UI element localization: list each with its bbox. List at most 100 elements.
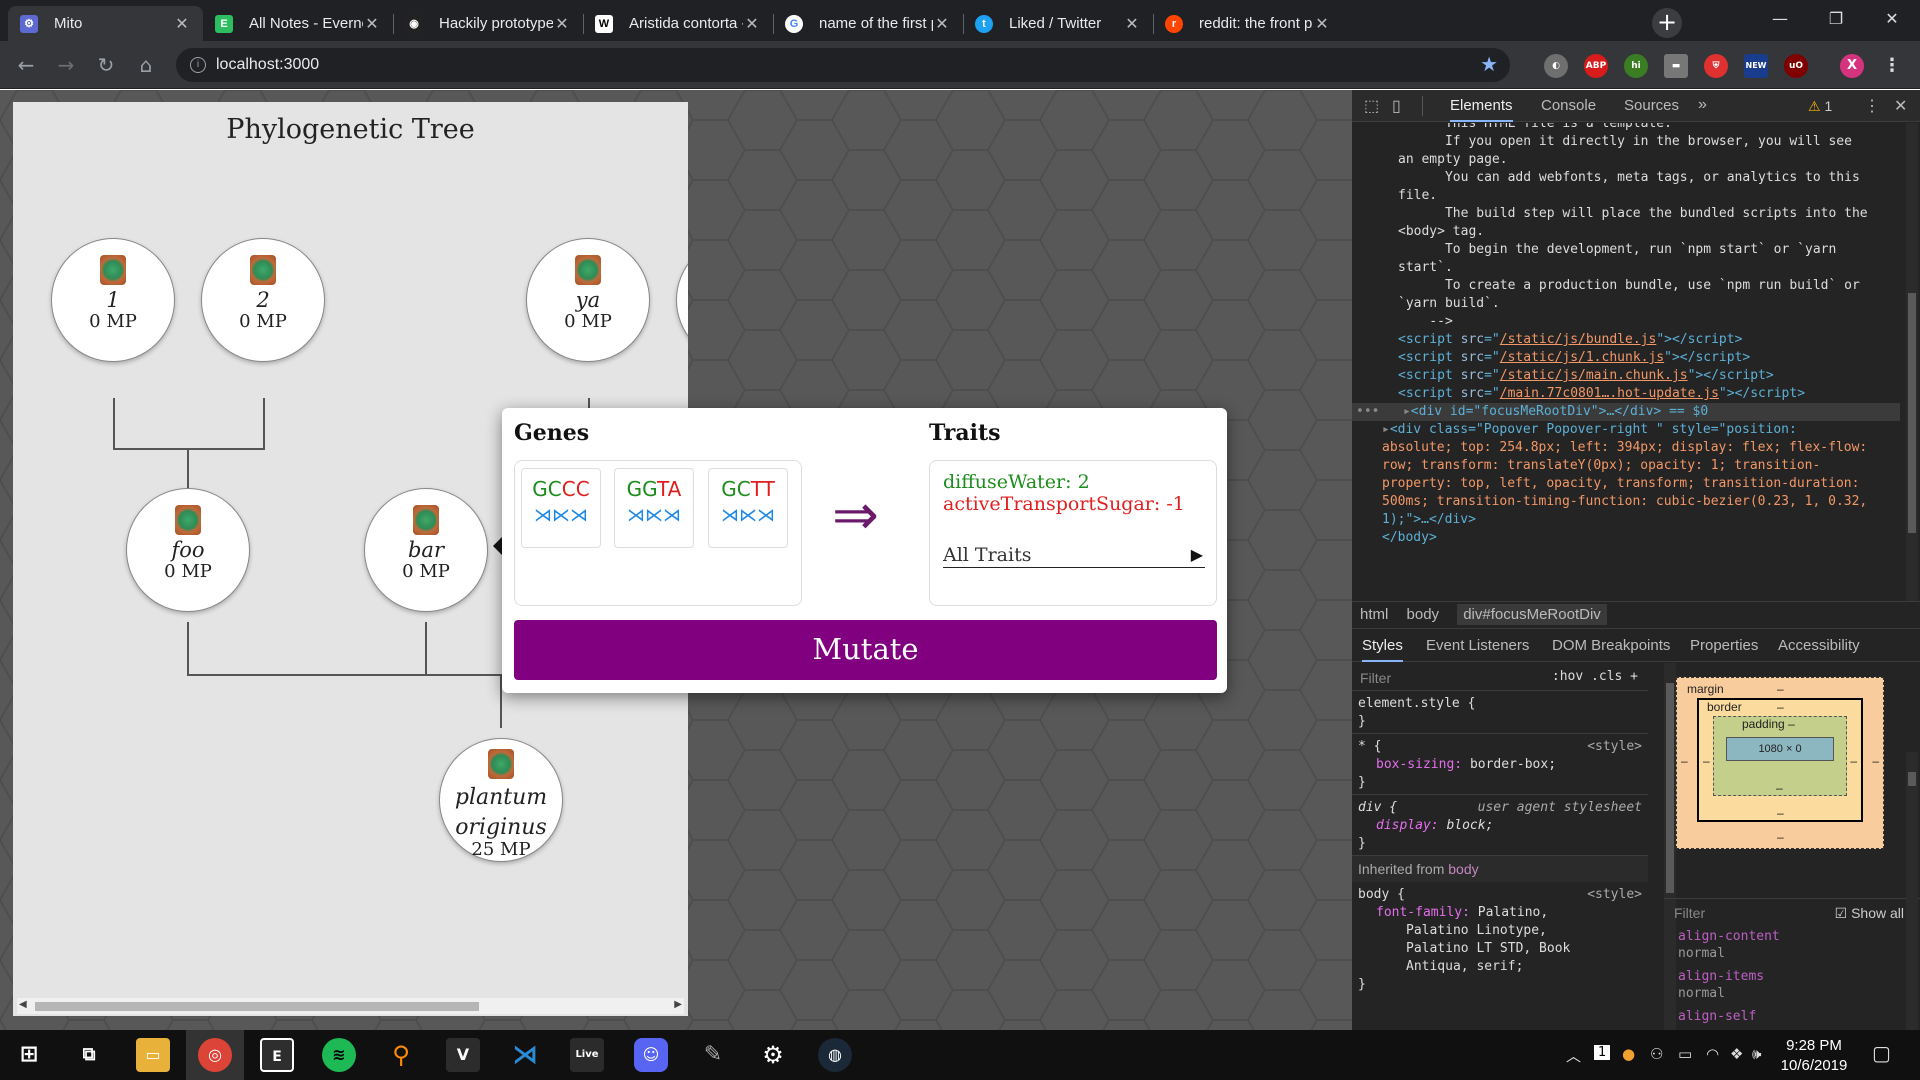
- tab-mito[interactable]: ⚙ Mito ✕: [8, 6, 203, 41]
- bookmark-star-icon[interactable]: ★: [1480, 48, 1498, 82]
- script-tag[interactable]: <script src="/static/js/main.chunk.js"><…: [1352, 367, 1900, 385]
- gene-card[interactable]: GGTA ⋊⋉⋊: [614, 468, 694, 548]
- info-icon[interactable]: i: [190, 57, 206, 73]
- css-value[interactable]: border-box;: [1470, 757, 1556, 772]
- subtab-dom-breakpoints[interactable]: DOM Breakpoints: [1552, 629, 1670, 662]
- crumb-body[interactable]: body: [1407, 606, 1440, 623]
- tab-elements[interactable]: Elements: [1450, 90, 1513, 122]
- system-clock[interactable]: 9:28 PM 10/6/2019: [1768, 1036, 1860, 1076]
- scroll-left-icon[interactable]: ◀: [19, 999, 27, 1010]
- inspect-element-icon[interactable]: ⬚: [1364, 96, 1379, 116]
- box-model-content[interactable]: 1080 × 0: [1726, 737, 1834, 761]
- reload-icon[interactable]: ↻: [92, 51, 120, 79]
- subtab-event-listeners[interactable]: Event Listeners: [1426, 629, 1529, 662]
- show-all-checkbox[interactable]: ☑ Show all: [1835, 905, 1904, 922]
- ableton-live-icon[interactable]: Live: [570, 1038, 604, 1072]
- scroll-right-icon[interactable]: ▶: [674, 999, 682, 1010]
- discord-icon[interactable]: ☺: [634, 1038, 668, 1072]
- hov-cls-buttons[interactable]: :hov .cls +: [1552, 668, 1638, 686]
- computed-property-name[interactable]: align-self: [1678, 1008, 1920, 1025]
- gene-card[interactable]: GCTT ⋊⋉⋊: [708, 468, 788, 548]
- tab-reddit[interactable]: r reddit: the front page c ✕: [1153, 6, 1343, 41]
- tray-chevron-icon[interactable]: ︿: [1566, 1045, 1581, 1066]
- tab-twitter[interactable]: t Liked / Twitter ✕: [963, 6, 1153, 41]
- chrome-icon[interactable]: ◎: [198, 1038, 232, 1072]
- mutate-button[interactable]: Mutate: [514, 620, 1217, 680]
- styles-filter-input[interactable]: Filter :hov .cls +: [1352, 663, 1648, 691]
- maximize-icon[interactable]: ❐: [1808, 0, 1864, 41]
- all-traits-toggle[interactable]: All Traits ▶: [943, 544, 1205, 568]
- elements-scrollbar[interactable]: [1906, 123, 1918, 601]
- extension-shield-icon[interactable]: ⛨: [1704, 54, 1728, 78]
- script-tag[interactable]: <script src="/static/js/bundle.js"></scr…: [1352, 331, 1900, 349]
- script-tag[interactable]: <script src="/static/js/1.chunk.js"></sc…: [1352, 349, 1900, 367]
- script-tag[interactable]: <script src="/main.77c0801….hot-update.j…: [1352, 385, 1900, 403]
- extension-keyboard-icon[interactable]: ▬: [1664, 54, 1688, 78]
- tab-google[interactable]: G name of the first plant ✕: [773, 6, 963, 41]
- volume-icon[interactable]: 🕪: [1752, 1045, 1761, 1063]
- computed-property-name[interactable]: align-content: [1678, 928, 1920, 945]
- crumb-html[interactable]: html: [1360, 606, 1388, 623]
- tree-node-bar[interactable]: bar 0 MP: [364, 488, 488, 612]
- home-icon[interactable]: ⌂: [132, 51, 160, 79]
- warning-icon[interactable]: ⚠ 1: [1808, 98, 1832, 115]
- ublock-origin-icon[interactable]: uO: [1784, 54, 1808, 78]
- dropbox-icon[interactable]: ❖: [1730, 1045, 1743, 1063]
- close-icon[interactable]: ✕: [743, 14, 761, 34]
- box-model-border[interactable]: border – – – – padding – 1080 × 0 –: [1697, 698, 1863, 822]
- tree-node-plantum-originus[interactable]: plantum originus 25 MP: [439, 738, 563, 862]
- tab-evernote[interactable]: E All Notes - Evernote W ✕: [203, 6, 393, 41]
- close-icon[interactable]: ✕: [363, 14, 381, 34]
- tree-node-partial[interactable]: [676, 238, 688, 362]
- action-center-icon[interactable]: ▢: [1872, 1041, 1891, 1065]
- honey-extension-icon[interactable]: hi: [1624, 54, 1648, 78]
- forward-arrow-icon[interactable]: →: [52, 51, 80, 79]
- file-explorer-icon[interactable]: ▭: [136, 1038, 170, 1072]
- subtab-properties[interactable]: Properties: [1690, 629, 1758, 662]
- computed-scrollbar[interactable]: [1906, 752, 1918, 1030]
- tab-wikipedia[interactable]: W Aristida contorta - Wik ✕: [583, 6, 773, 41]
- rule-source-link[interactable]: <style>: [1587, 738, 1642, 756]
- notification-badge[interactable]: 1: [1594, 1045, 1611, 1060]
- horizontal-scrollbar[interactable]: ◀ ▶: [17, 998, 684, 1014]
- tree-node-1[interactable]: 1 0 MP: [51, 238, 175, 362]
- new-tab-button[interactable]: +: [1652, 8, 1682, 38]
- window-close-icon[interactable]: ✕: [1864, 0, 1920, 41]
- devtools-close-icon[interactable]: ✕: [1894, 96, 1907, 116]
- address-bar[interactable]: i localhost:3000 ★: [176, 48, 1510, 82]
- tab-github[interactable]: ◉ Hackily prototype Trait ✕: [393, 6, 583, 41]
- selected-node-line[interactable]: ••• ▸<div id="focusMeRootDiv">…</div> ==…: [1352, 403, 1900, 421]
- gene-card[interactable]: GCCC ⋊⋉⋊: [521, 468, 601, 548]
- menu-dots-icon[interactable]: ⋮: [1880, 54, 1904, 78]
- close-icon[interactable]: ✕: [173, 14, 191, 34]
- spotify-icon[interactable]: ≋: [322, 1038, 356, 1072]
- vim-icon[interactable]: V: [446, 1038, 480, 1072]
- close-icon[interactable]: ✕: [933, 14, 951, 34]
- box-model-padding[interactable]: padding – 1080 × 0 –: [1713, 716, 1847, 796]
- box-model-margin[interactable]: margin – – – – border – – – – padding – …: [1676, 677, 1884, 849]
- computed-property-name[interactable]: align-items: [1678, 968, 1920, 985]
- steam-icon[interactable]: ◍: [818, 1038, 852, 1072]
- tray-sync-icon[interactable]: ⚇: [1650, 1045, 1663, 1063]
- tab-console[interactable]: Console: [1541, 90, 1596, 122]
- tree-node-2[interactable]: 2 0 MP: [201, 238, 325, 362]
- extension-compass-icon[interactable]: ◐: [1544, 54, 1568, 78]
- terminal-app-icon[interactable]: E: [260, 1038, 294, 1072]
- device-toolbar-icon[interactable]: ▯: [1392, 96, 1401, 116]
- paint-app-icon[interactable]: ✎: [696, 1038, 730, 1072]
- vscode-icon[interactable]: ⋊: [508, 1038, 542, 1072]
- css-value[interactable]: Palatino,: [1478, 905, 1548, 920]
- inherited-link[interactable]: body: [1448, 861, 1478, 877]
- task-view-icon[interactable]: ⧉: [72, 1038, 106, 1072]
- tree-node-ya[interactable]: ya 0 MP: [526, 238, 650, 362]
- battery-icon[interactable]: ▭: [1678, 1045, 1692, 1063]
- close-icon[interactable]: ✕: [1123, 14, 1141, 34]
- settings-gear-icon[interactable]: ⚙: [756, 1038, 790, 1072]
- adblock-plus-icon[interactable]: ABP: [1584, 54, 1608, 78]
- popover-node-line[interactable]: ▸<div class="Popover Popover-right " sty…: [1352, 421, 1900, 439]
- computed-filter-input[interactable]: Filter ☑ Show all: [1664, 898, 1920, 928]
- tab-sources[interactable]: Sources: [1624, 90, 1679, 122]
- extension-new-icon[interactable]: NEW: [1744, 54, 1768, 78]
- windows-start-icon[interactable]: ⊞: [12, 1038, 46, 1072]
- css-property[interactable]: box-sizing: [1376, 757, 1454, 772]
